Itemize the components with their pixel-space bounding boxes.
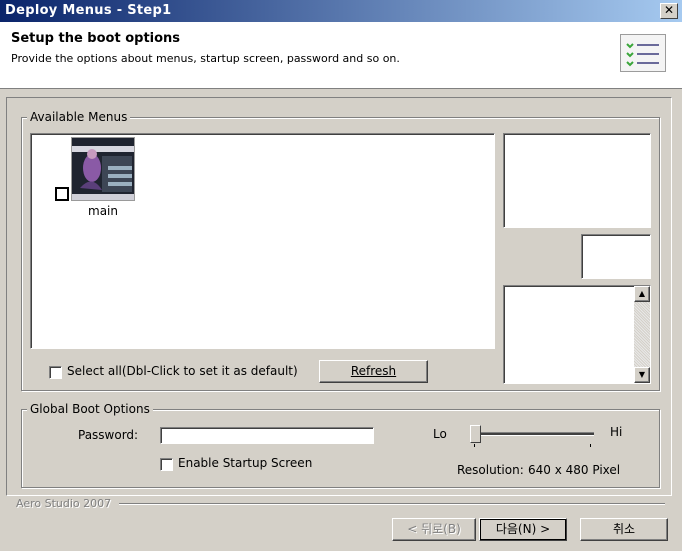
page-title: Setup the boot options [11,31,181,46]
back-button-label: < 뒤로(B) [407,522,461,536]
refresh-button[interactable]: Refresh [319,360,428,383]
slider-lo-label: Lo [433,427,447,441]
menu-item-checkbox[interactable] [55,187,69,201]
available-menus-legend: Available Menus [27,110,131,124]
footer-divider [119,503,665,505]
title-bar: Deploy Menus - Step1 ✕ [0,0,682,22]
preview-pane-top [503,133,651,228]
window-title: Deploy Menus - Step1 [5,3,172,18]
password-input[interactable] [160,427,374,444]
arrow-down-icon: ▼ [638,370,646,379]
slider-tick-start [474,444,475,447]
wizard-header: Setup the boot options Provide the optio… [0,22,682,89]
menu-thumbnail[interactable] [71,137,135,201]
global-boot-options-legend: Global Boot Options [27,402,153,416]
checklist-icon [620,34,666,72]
preview-list-box[interactable]: ▲ ▼ [503,285,651,384]
scroll-down-button[interactable]: ▼ [634,367,650,383]
menu-list[interactable]: main [30,133,495,349]
scroll-up-button[interactable]: ▲ [634,286,650,302]
select-all-label[interactable]: Select all(Dbl-Click to set it as defaul… [67,364,298,378]
select-all-checkbox[interactable] [49,366,62,379]
slider-thumb[interactable] [470,425,481,443]
next-button-label: 다음(N) > [495,522,551,536]
vertical-scrollbar[interactable]: ▲ ▼ [634,286,650,383]
cancel-button[interactable]: 취소 [580,518,668,541]
slider-hi-label: Hi [610,425,623,439]
quality-slider[interactable] [470,423,598,449]
back-button: < 뒤로(B) [392,518,476,541]
cancel-button-label: 취소 [612,522,636,536]
enable-startup-checkbox[interactable] [160,458,173,471]
close-button[interactable]: ✕ [660,3,678,19]
resolution-label: Resolution: [457,463,524,477]
page-subtitle: Provide the options about menus, startup… [11,52,400,65]
brand-label: Aero Studio 2007 [16,497,112,510]
enable-startup-label[interactable]: Enable Startup Screen [178,456,312,470]
refresh-button-label: Refresh [350,364,397,378]
close-icon: ✕ [663,3,675,17]
resolution-value: 640 x 480 Pixel [528,463,621,477]
menu-item-label: main [88,204,118,218]
slider-track [474,432,594,436]
slider-tick-end [590,444,591,447]
arrow-up-icon: ▲ [638,289,646,298]
next-button[interactable]: 다음(N) > [479,518,567,541]
password-label: Password: [78,428,139,442]
preview-pane-small [581,234,651,279]
